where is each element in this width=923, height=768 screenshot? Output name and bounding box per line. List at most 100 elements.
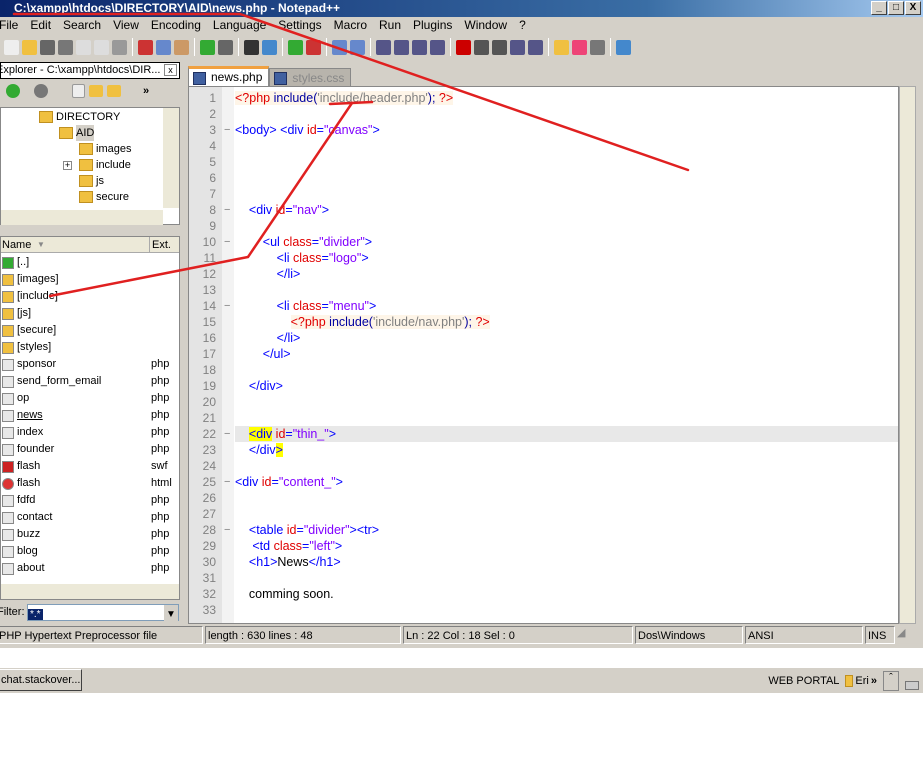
file-list-item[interactable]: contact php: [1, 509, 179, 526]
find-icon[interactable]: [244, 39, 259, 55]
menu-[interactable]: ?: [519, 17, 532, 34]
menu-plugins[interactable]: Plugins: [413, 17, 458, 34]
stop-macro-icon[interactable]: [474, 39, 489, 55]
tree-item[interactable]: + include: [63, 157, 131, 173]
menu-encoding[interactable]: Encoding: [151, 17, 207, 34]
sync-vertical-icon[interactable]: [332, 39, 347, 55]
file-list-item[interactable]: [images]: [1, 271, 179, 288]
expand-icon[interactable]: +: [63, 160, 72, 170]
copy-icon[interactable]: [156, 39, 171, 55]
file-list-item[interactable]: index php: [1, 424, 179, 441]
indent-guide-icon[interactable]: [412, 39, 427, 55]
sync-horizontal-icon[interactable]: [350, 39, 365, 55]
more-icon[interactable]: »: [871, 675, 877, 687]
maximize-button[interactable]: □: [888, 1, 904, 15]
explorer-icon[interactable]: [554, 39, 569, 55]
open-file-icon[interactable]: [22, 39, 37, 55]
file-list-item[interactable]: flash html: [1, 475, 179, 492]
file-list-item[interactable]: [js]: [1, 305, 179, 322]
back-icon[interactable]: [6, 84, 20, 98]
tab-news-php[interactable]: news.php: [188, 66, 270, 86]
menu-edit[interactable]: Edit: [30, 17, 57, 34]
tab-styles-css[interactable]: styles.css: [269, 68, 352, 86]
close-icon[interactable]: x: [164, 64, 177, 76]
filter-select[interactable]: *.* ▼: [27, 604, 179, 624]
menu-language[interactable]: Language: [213, 17, 272, 34]
fold-toggle-icon[interactable]: −: [224, 474, 232, 490]
file-list-item[interactable]: flash swf: [1, 458, 179, 475]
tree-item[interactable]: AID: [59, 125, 95, 141]
file-list-item[interactable]: about php: [1, 560, 179, 577]
cut-icon[interactable]: [138, 39, 153, 55]
replace-icon[interactable]: [262, 39, 277, 55]
tree-horizontal-scrollbar[interactable]: [1, 210, 163, 225]
fold-margin[interactable]: [222, 87, 234, 623]
tree-vertical-scrollbar[interactable]: [163, 108, 179, 208]
zoom-in-icon[interactable]: [288, 39, 303, 55]
tree-item[interactable]: js: [79, 173, 104, 189]
find-folder-icon[interactable]: [107, 85, 121, 97]
fold-toggle-icon[interactable]: −: [224, 426, 232, 442]
file-list-item[interactable]: [secure]: [1, 322, 179, 339]
show-all-chars-icon[interactable]: [394, 39, 409, 55]
print-icon[interactable]: [112, 39, 127, 55]
menu-view[interactable]: View: [113, 17, 145, 34]
redo-icon[interactable]: [218, 39, 233, 55]
column-ext[interactable]: Ext.: [149, 237, 171, 253]
file-list-item[interactable]: [..]: [1, 254, 179, 271]
resize-grip-icon[interactable]: ◢: [897, 626, 911, 644]
file-list-item[interactable]: op php: [1, 390, 179, 407]
column-name[interactable]: Name: [2, 237, 31, 253]
user-defined-lang-icon[interactable]: [430, 39, 445, 55]
menu-run[interactable]: Run: [379, 17, 407, 34]
menu-file[interactable]: File: [0, 17, 24, 34]
file-list-item[interactable]: founder php: [1, 441, 179, 458]
close-icon[interactable]: [76, 39, 91, 55]
tray-folder[interactable]: Eri: [855, 675, 868, 687]
fold-toggle-icon[interactable]: −: [224, 122, 232, 138]
undo-icon[interactable]: [200, 39, 215, 55]
menu-macro[interactable]: Macro: [334, 17, 373, 34]
new-folder-icon[interactable]: [89, 85, 103, 97]
zoom-out-icon[interactable]: [306, 39, 321, 55]
file-list-item[interactable]: blog php: [1, 543, 179, 560]
fold-toggle-icon[interactable]: −: [224, 522, 232, 538]
file-list-item[interactable]: send_form_email php: [1, 373, 179, 390]
file-list-item[interactable]: [styles]: [1, 339, 179, 356]
new-file-icon[interactable]: [4, 39, 19, 55]
file-list-item[interactable]: [include]: [1, 288, 179, 305]
file-list-item[interactable]: buzz php: [1, 526, 179, 543]
file-list-item[interactable]: news php: [1, 407, 179, 424]
fold-toggle-icon[interactable]: −: [224, 298, 232, 314]
show-hidden-icons-button[interactable]: ˆ: [883, 671, 899, 691]
fold-toggle-icon[interactable]: −: [224, 234, 232, 250]
minimize-button[interactable]: _: [871, 1, 887, 15]
save-icon[interactable]: [40, 39, 55, 55]
word-wrap-icon[interactable]: [376, 39, 391, 55]
abc-check-icon[interactable]: [616, 39, 631, 55]
save-macro-icon[interactable]: [528, 39, 543, 55]
play-macro-icon[interactable]: [492, 39, 507, 55]
favorites-icon[interactable]: [572, 39, 587, 55]
menu-settings[interactable]: Settings: [278, 17, 327, 34]
close-all-icon[interactable]: [94, 39, 109, 55]
save-all-icon[interactable]: [58, 39, 73, 55]
tree-item[interactable]: secure: [79, 189, 129, 205]
chevron-down-icon[interactable]: ▼: [164, 605, 178, 624]
file-list-horizontal-scrollbar[interactable]: [1, 584, 179, 599]
editor-vertical-scrollbar[interactable]: [899, 86, 916, 624]
menu-window[interactable]: Window: [464, 17, 513, 34]
new-file-icon[interactable]: [72, 84, 85, 98]
code-editor[interactable]: 1 <?php include('include/header.php'); ?>…: [188, 86, 899, 624]
tray-web-portal[interactable]: WEB PORTAL: [768, 675, 839, 687]
tree-item[interactable]: DIRECTORY: [39, 109, 120, 125]
tree-item[interactable]: images: [79, 141, 131, 157]
spell-check-icon[interactable]: [590, 39, 605, 55]
fold-toggle-icon[interactable]: −: [224, 202, 232, 218]
forward-icon[interactable]: [34, 84, 48, 98]
menu-search[interactable]: Search: [63, 17, 107, 34]
taskbar-button[interactable]: chat.stackover...: [0, 669, 82, 691]
close-button[interactable]: X: [905, 1, 921, 15]
more-chevron-icon[interactable]: »: [143, 85, 149, 97]
run-macro-multiple-icon[interactable]: [510, 39, 525, 55]
